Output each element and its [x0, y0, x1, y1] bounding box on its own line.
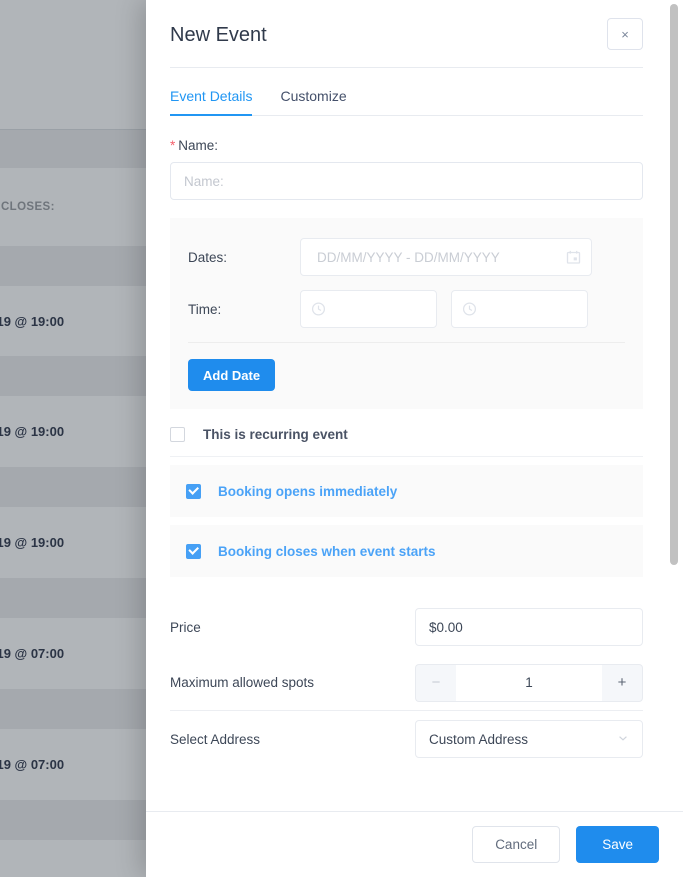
time-start-wrap — [300, 290, 437, 328]
price-label: Price — [170, 619, 201, 635]
table-cell: 2019 @ 07:00 — [0, 646, 65, 661]
table-row — [0, 689, 150, 729]
time-start-input[interactable] — [300, 290, 437, 328]
dates-panel: Dates: Time: — [170, 218, 643, 409]
table-row — [0, 246, 150, 286]
max-spots-row: Maximum allowed spots − 1 + — [170, 655, 643, 711]
table-cell: 2019 @ 07:00 — [0, 757, 65, 772]
time-end-wrap — [451, 290, 588, 328]
increment-button[interactable]: + — [602, 663, 643, 702]
recurring-event-checkbox[interactable] — [170, 427, 185, 442]
booking-opens-label: Booking opens immediately — [218, 483, 398, 499]
modal-body: *Name: Dates: — [146, 138, 667, 767]
close-icon[interactable]: × — [607, 18, 643, 50]
table-row — [0, 100, 150, 130]
booking-closes-row[interactable]: Booking closes when event starts — [170, 525, 643, 577]
dates-range-input[interactable] — [300, 238, 592, 276]
new-event-modal: New Event × Event Details Customize * Nam… — [146, 0, 683, 877]
page-title: New Event — [170, 24, 267, 46]
dates-row: Dates: — [188, 238, 625, 276]
table-row — [0, 130, 150, 168]
add-date-button[interactable]: Add Date — [188, 359, 276, 391]
booking-opens-checkbox[interactable] — [186, 483, 201, 499]
select-address-label: Select Address — [170, 731, 261, 747]
table-row — [0, 467, 150, 507]
spots-value[interactable]: 1 — [456, 663, 602, 702]
modal-scroll-content: New Event × Event Details Customize * Nam… — [146, 0, 667, 877]
table-row — [0, 800, 150, 840]
time-label: Time: — [188, 301, 222, 317]
table-row — [0, 356, 150, 396]
price-row: Price — [170, 599, 643, 655]
booking-opens-row[interactable]: Booking opens immediately — [170, 465, 643, 517]
dates-label: Dates: — [188, 249, 228, 265]
modal-header: New Event × — [146, 0, 667, 50]
booking-closes-checkbox[interactable] — [186, 543, 201, 559]
table-row — [0, 840, 150, 877]
address-selected-value: Custom Address — [429, 731, 529, 747]
modal-footer: Cancel Save — [146, 811, 683, 877]
table-cell: 2019 @ 19:00 — [0, 535, 65, 550]
table-row: G CLOSES: — [0, 168, 150, 246]
modal-scrollbar-thumb[interactable] — [670, 4, 678, 565]
dates-field-wrap — [300, 238, 592, 276]
tab-bar: Event Details Customize — [170, 68, 643, 116]
table-row: 2019 @ 07:00 — [0, 618, 150, 689]
price-input[interactable] — [415, 608, 643, 646]
save-button[interactable]: Save — [576, 826, 659, 863]
time-row: Time: — [188, 290, 625, 328]
modal-scrollbar-track[interactable] — [670, 0, 678, 877]
table-row — [0, 578, 150, 618]
recurring-event-row[interactable]: This is recurring event — [170, 413, 643, 457]
chevron-down-icon — [617, 732, 629, 747]
decrement-button[interactable]: − — [415, 663, 456, 702]
table-cell: G CLOSES: — [0, 201, 55, 213]
table-row: 2019 @ 07:00 — [0, 729, 150, 800]
table-row: 2019 @ 19:00 — [0, 507, 150, 578]
name-field-label: * Name: — [170, 138, 643, 153]
select-address-row: Select Address Custom Address — [170, 711, 643, 767]
dates-panel-divider — [188, 342, 625, 343]
name-label-text: Name: — [178, 138, 219, 153]
table-row — [0, 4, 150, 100]
booking-closes-label: Booking closes when event starts — [218, 543, 436, 559]
table-cell: 2019 @ 19:00 — [0, 313, 65, 329]
quantity-stepper: − 1 + — [415, 663, 643, 702]
address-select[interactable]: Custom Address — [415, 720, 643, 758]
background-events-table: G CLOSES: 2019 @ 19:00 2019 @ 19:00 2019 @ … — [0, 0, 150, 877]
tab-event-details[interactable]: Event Details — [170, 88, 253, 116]
table-row: 2019 @ 19:00 — [0, 396, 150, 467]
max-spots-label: Maximum allowed spots — [170, 675, 315, 690]
recurring-event-label: This is recurring event — [203, 427, 348, 442]
required-marker: * — [170, 138, 176, 153]
table-row: 2019 @ 19:00 — [0, 286, 150, 356]
name-input[interactable] — [170, 162, 643, 200]
time-end-input[interactable] — [451, 290, 588, 328]
cancel-button[interactable]: Cancel — [472, 826, 561, 863]
tab-customize[interactable]: Customize — [280, 88, 346, 116]
table-cell: 2019 @ 19:00 — [0, 424, 65, 439]
